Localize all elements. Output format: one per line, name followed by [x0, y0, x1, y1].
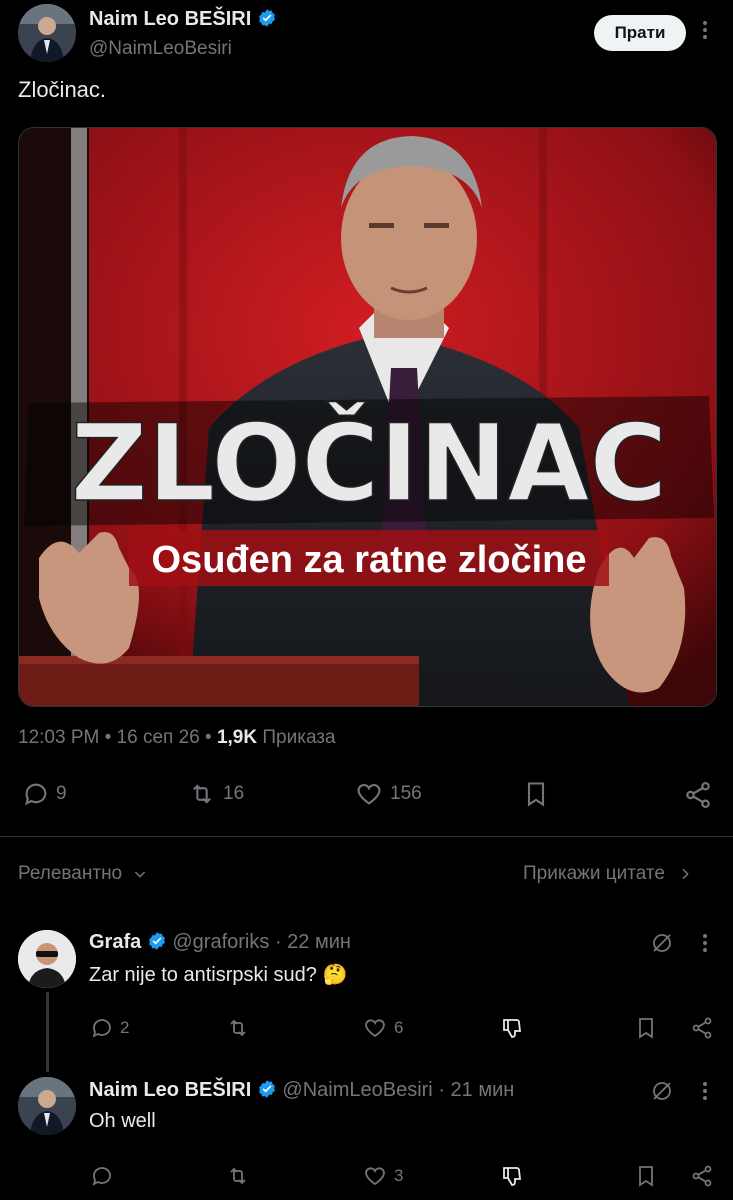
image-headline: ZLOČINAC [71, 402, 668, 525]
section-divider [0, 836, 733, 837]
repost-icon [230, 1019, 246, 1037]
repost-icon [230, 1167, 246, 1185]
reply-button[interactable] [90, 1164, 120, 1188]
chevron-down-icon [134, 871, 146, 878]
bookmark-icon [639, 1166, 653, 1187]
like-count: 3 [394, 1166, 404, 1185]
reply-text: Zar nije to antisrpski sud? 🤔 [89, 964, 348, 986]
bookmark-icon [527, 782, 545, 807]
verified-badge-icon [258, 9, 275, 27]
reply-author-name[interactable]: Naim Leo BEŠIRI [89, 1079, 251, 1101]
like-icon [357, 783, 381, 805]
share-button[interactable] [683, 780, 713, 810]
reply-author-handle[interactable]: @graforiks [172, 931, 269, 953]
verified-badge-icon [258, 1080, 275, 1098]
share-button[interactable] [690, 1164, 714, 1188]
more-icon[interactable] [698, 18, 712, 48]
views-count: 1,9K [216, 727, 258, 748]
repost-button[interactable] [225, 1164, 257, 1188]
reply-avatar[interactable] [18, 1077, 76, 1135]
author-avatar[interactable] [18, 4, 76, 62]
reply-button[interactable]: 2 [90, 1016, 129, 1040]
views-label: Приказа [262, 727, 336, 748]
downvote-button[interactable] [500, 1016, 524, 1040]
sort-dropdown[interactable]: Релевантно [18, 863, 148, 885]
author-name-text[interactable]: Naim Leo BEŠIRI [89, 8, 251, 30]
image-subline: Osuđen za ratne zločine [152, 539, 587, 581]
like-icon [365, 1167, 385, 1186]
downvote-button[interactable] [500, 1164, 524, 1188]
downvote-icon [503, 1167, 522, 1186]
reply-text: Oh well [89, 1110, 156, 1132]
bookmark-button[interactable] [634, 1164, 658, 1188]
tweet-date[interactable]: 16 сеп 26 [117, 727, 200, 748]
like-count: 6 [394, 1018, 404, 1037]
repost-button[interactable]: 16 [187, 780, 244, 808]
repost-button[interactable] [225, 1016, 257, 1040]
reply-avatar[interactable] [18, 930, 76, 988]
verified-badge-icon [148, 932, 165, 950]
share-icon [686, 782, 710, 808]
grok-icon[interactable] [650, 1079, 674, 1108]
reply-author-handle[interactable]: @NaimLeoBesiri [282, 1079, 432, 1101]
thread-line [46, 992, 49, 1072]
like-icon [365, 1019, 385, 1038]
reply-button[interactable]: 9 [22, 780, 67, 808]
reply-count: 9 [56, 783, 67, 804]
tweet-meta: 12:03 PM • 16 сеп 26 • 1,9K Приказа [18, 727, 336, 748]
bookmark-icon [639, 1018, 653, 1039]
more-icon[interactable] [698, 1079, 712, 1108]
like-count: 156 [390, 783, 422, 804]
tweet-image-artwork: ZLOČINAC Osuđen za ratne zločine [19, 128, 716, 706]
follow-button[interactable]: Прати [594, 15, 686, 51]
reply-header: Grafa @graforiks · 22 мин [89, 931, 351, 953]
reply-author-name[interactable]: Grafa [89, 931, 141, 953]
bookmark-button[interactable] [522, 780, 550, 808]
show-quotes-link[interactable]: Прикажи цитате [523, 863, 693, 885]
reply-icon [25, 783, 47, 806]
author-handle[interactable]: @NaimLeoBesiri [89, 38, 232, 60]
repost-count: 16 [223, 783, 245, 804]
chevron-right-icon [682, 868, 689, 880]
like-button[interactable]: 6 [362, 1016, 403, 1040]
share-icon [692, 1165, 712, 1187]
reply-icon [92, 1019, 111, 1038]
like-button[interactable]: 156 [354, 780, 422, 808]
tweet-text: Zločinac. [18, 77, 107, 102]
downvote-icon [503, 1019, 522, 1038]
tweet-time[interactable]: 12:03 PM [18, 727, 99, 748]
sort-label: Релевантно [18, 863, 123, 884]
reply-icon [92, 1167, 111, 1186]
bookmark-button[interactable] [634, 1016, 658, 1040]
grok-icon[interactable] [650, 931, 674, 960]
reply-time[interactable]: 22 мин [287, 931, 351, 953]
like-button[interactable]: 3 [362, 1164, 403, 1188]
more-icon[interactable] [698, 931, 712, 960]
reply-header: Naim Leo BEŠIRI @NaimLeoBesiri · 21 мин [89, 1079, 515, 1101]
share-icon [692, 1017, 712, 1039]
author-name[interactable]: Naim Leo BEŠIRI [89, 8, 277, 31]
repost-icon [193, 784, 211, 804]
reply-time[interactable]: 21 мин [451, 1079, 515, 1101]
tweet-image[interactable]: ZLOČINAC Osuđen za ratne zločine [18, 127, 717, 707]
share-button[interactable] [690, 1016, 714, 1040]
show-quotes-label: Прикажи цитате [523, 863, 665, 884]
reply-count: 2 [120, 1018, 130, 1037]
